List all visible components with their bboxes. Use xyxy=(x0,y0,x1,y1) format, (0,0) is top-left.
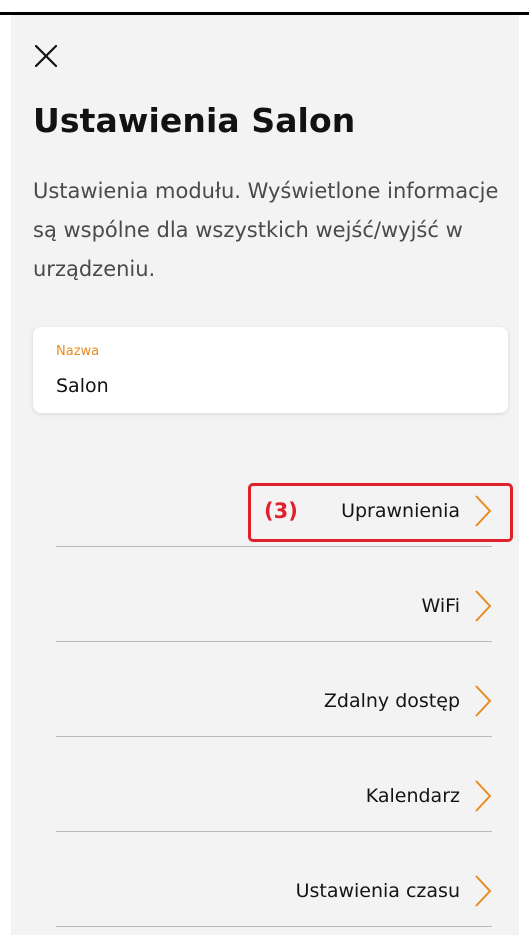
menu-item-label: Zdalny dostęp xyxy=(323,690,460,712)
close-icon xyxy=(34,44,58,68)
chevron-right-icon xyxy=(475,685,492,717)
close-button[interactable] xyxy=(30,40,62,72)
chevron-right-icon xyxy=(475,590,492,622)
name-field[interactable]: Nazwa Salon xyxy=(33,327,508,413)
menu-item-label: Ustawienia czasu xyxy=(295,880,460,902)
menu-item-zdalny-dostep[interactable]: Zdalny dostęp xyxy=(56,641,492,737)
name-field-value[interactable]: Salon xyxy=(56,375,109,397)
page-description: Ustawienia modułu. Wyświetlone informacj… xyxy=(33,179,499,281)
chevron-right-icon xyxy=(475,875,492,907)
page-title: Ustawienia Salon xyxy=(33,101,356,140)
top-status-border xyxy=(0,0,529,15)
name-field-label: Nazwa xyxy=(56,344,100,359)
menu-item-wifi[interactable]: WiFi xyxy=(56,546,492,642)
menu-item-ustawienia-czasu[interactable]: Ustawienia czasu xyxy=(56,831,492,927)
menu-item-label: Kalendarz xyxy=(365,785,460,807)
annotation-number: (3) xyxy=(264,499,298,523)
menu-item-label: WiFi xyxy=(421,595,460,617)
chevron-right-icon xyxy=(475,780,492,812)
settings-screen: Ustawienia Salon Ustawienia modułu. Wyśw… xyxy=(11,15,519,935)
menu-item-kalendarz[interactable]: Kalendarz xyxy=(56,736,492,832)
